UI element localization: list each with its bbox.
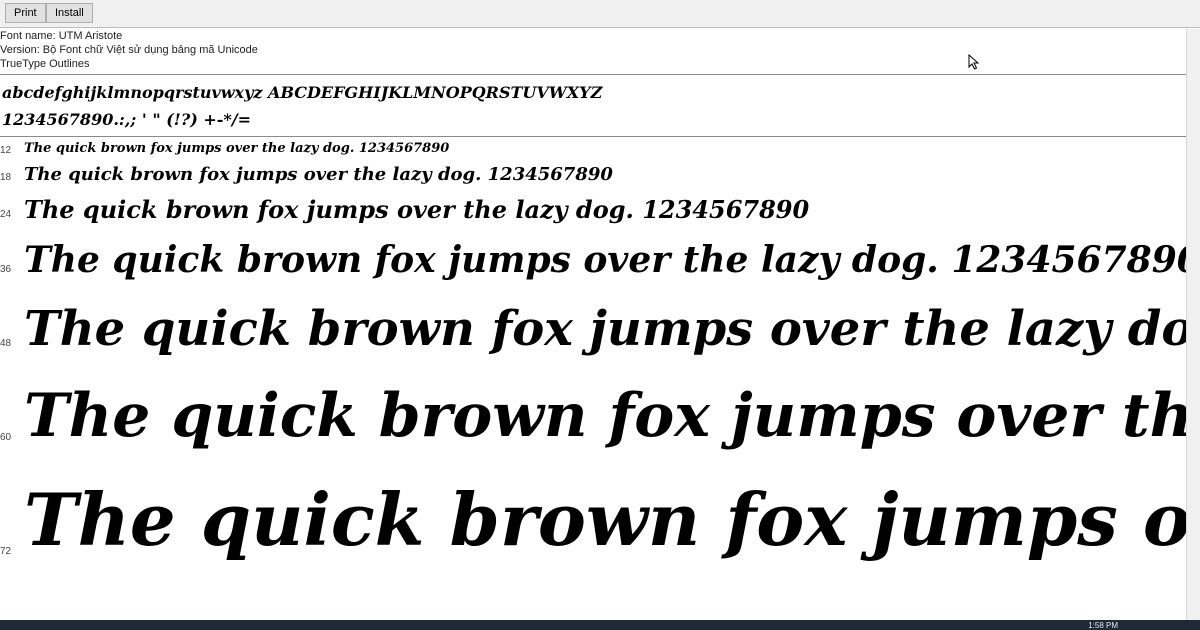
charset-letters: abcdefghijklmnopqrstuvwxyz ABCDEFGHIJKLM…: [2, 83, 603, 102]
divider: [0, 136, 1186, 137]
font-name: Font name: UTM Aristote: [0, 30, 123, 42]
sample-area: 12 The quick brown fox jumps over the la…: [0, 138, 1186, 620]
taskbar: [0, 620, 1200, 630]
sample-size-label: 24: [0, 209, 12, 220]
sample-size-label: 48: [0, 338, 12, 349]
vertical-scrollbar[interactable]: [1186, 29, 1200, 620]
charset-symbols: 1234567890.:,; ' " (!?) +-*/=: [2, 110, 251, 129]
sample-text: The quick brown fox jumps over the lazy …: [24, 239, 1186, 281]
font-version: Version: Bộ Font chữ Việt sử dụng bảng m…: [0, 44, 258, 56]
mouse-pointer-icon: [968, 54, 980, 70]
sample-size-label: 60: [0, 432, 12, 443]
font-outlines: TrueType Outlines: [0, 58, 90, 70]
install-button[interactable]: Install: [46, 3, 93, 23]
sample-size-label: 18: [0, 172, 12, 183]
print-button[interactable]: Print: [5, 3, 46, 23]
divider: [0, 74, 1186, 75]
sample-text: The quick brown fox jumps over the lazy …: [24, 477, 1186, 562]
sample-text: The quick brown fox jumps over the lazy …: [24, 195, 810, 224]
taskbar-clock[interactable]: 1:58 PM: [1088, 622, 1118, 630]
sample-text: The quick brown fox jumps over the lazy …: [24, 381, 1186, 451]
toolbar: Print Install: [0, 0, 1200, 28]
sample-text: The quick brown fox jumps over the lazy …: [24, 164, 613, 185]
sample-size-label: 12: [0, 145, 12, 156]
sample-text: The quick brown fox jumps over the lazy …: [24, 301, 1186, 357]
sample-text: The quick brown fox jumps over the lazy …: [24, 141, 450, 156]
sample-size-label: 36: [0, 264, 12, 275]
sample-size-label: 72: [0, 546, 12, 557]
